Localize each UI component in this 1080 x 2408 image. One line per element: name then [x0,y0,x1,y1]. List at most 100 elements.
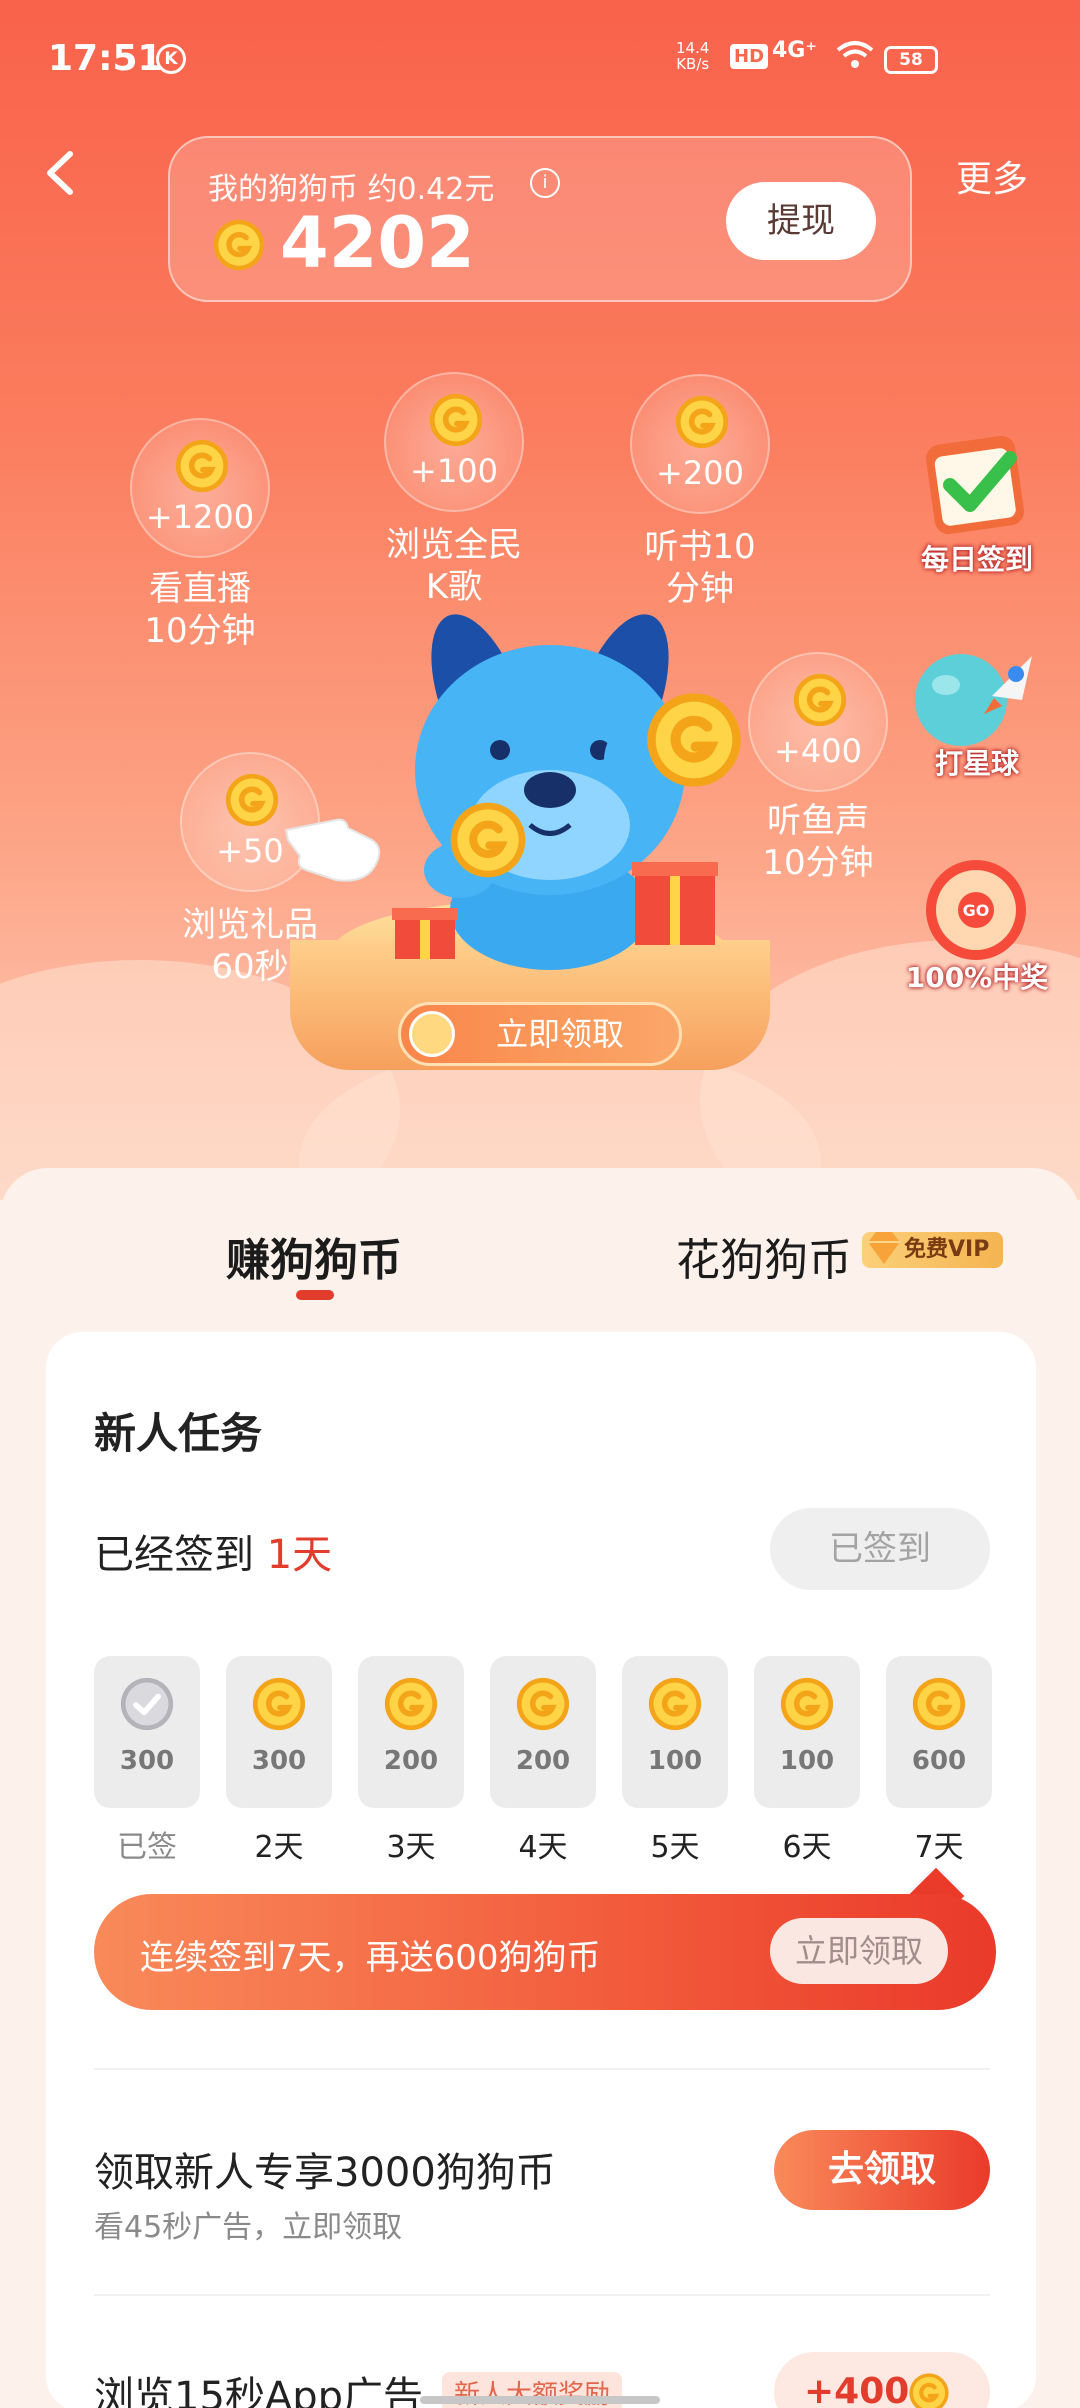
bubble-task-line2: 10分钟 [144,611,256,651]
battery-icon: 58 [884,46,938,74]
k-app-icon: K [156,44,186,74]
coin-icon [779,1676,835,1732]
day-label: 已签 [117,1830,177,1865]
planet-game-label[interactable]: 打星球 [882,742,1072,782]
bubble-amount: +200 [656,454,744,492]
divider [94,2294,990,2296]
day-reward: 200 [515,1746,571,1776]
tab-earn-coins[interactable]: 赚狗狗币 [226,1224,402,1288]
day-label: 7天 [914,1830,964,1865]
coin-icon [383,1676,439,1732]
coin-icon [911,1676,967,1732]
bubble-task-text: 听鱼声 10分钟 [718,800,918,884]
bubble-task-line2: K歌 [425,567,483,607]
info-icon[interactable]: i [530,168,560,198]
coin-balance-amount: 4202 [280,202,475,284]
checkin-day-7[interactable]: 600 [886,1656,992,1808]
task-title: 领取新人专享3000狗狗币 [94,2150,556,2196]
checkin-days: 1天 [266,1532,333,1578]
coin-icon [212,218,266,272]
day-label: 3天 [386,1830,436,1865]
bubble-task-line1: 看直播 [149,569,251,609]
coin-icon [515,1676,571,1732]
streak-claim-button[interactable]: 立即领取 [770,1918,948,1984]
checkin-day-2[interactable]: 300 [226,1656,332,1808]
checkin-day-6[interactable]: 100 [754,1656,860,1808]
bubble-amount: +400 [774,732,862,770]
net-speed-unit: KB/s [676,55,710,73]
checkin-day-3[interactable]: 200 [358,1656,464,1808]
coin-bubble-live[interactable]: +1200 [130,418,270,558]
coin-icon [647,1676,703,1732]
coin-icon [644,690,744,790]
planet-rocket-icon[interactable] [906,640,1046,750]
streak-bonus-text: 连续签到7天，再送600狗狗币 [140,1938,601,1978]
newbie-task-card [46,1332,1036,2408]
day-label: 4天 [518,1830,568,1865]
section-title: 新人任务 [94,1409,263,1458]
withdraw-button[interactable]: 提现 [726,182,876,260]
more-button[interactable]: 更多 [956,150,1028,202]
reward-amount: +400 [804,2371,910,2408]
free-vip-label: 免费VIP [904,1237,990,1262]
bubble-task-text: 浏览全民 K歌 [354,524,554,608]
checkin-status-prefix: 已经签到 [94,1532,254,1578]
checkin-day-4[interactable]: 200 [490,1656,596,1808]
hero-section: 17:51 K 14.4 KB/s HD 4G⁺ 58 我的狗狗币 约0.42元… [0,0,1080,1200]
bubble-task-line2: 60秒 [211,947,289,987]
day-reward: 100 [779,1746,835,1776]
back-arrow-icon[interactable] [40,148,80,198]
bubble-task-line1: 听鱼声 [767,801,869,841]
diamond-icon [868,1232,900,1264]
day-reward: 200 [383,1746,439,1776]
coin-icon [224,772,280,828]
task-title: 浏览15秒App广告 [94,2374,424,2408]
day-reward: 300 [251,1746,307,1776]
home-indicator[interactable] [420,2396,660,2404]
hd-icon: HD [730,44,769,69]
lottery-label[interactable]: 100%中奖 [882,956,1072,996]
divider [94,2068,990,2070]
coin-bubble-fishsound[interactable]: +400 [748,652,888,792]
coin-bubble-ksong[interactable]: +100 [384,372,524,512]
day-label: 5天 [650,1830,700,1865]
bubble-amount: +1200 [145,498,255,536]
checkin-day-5[interactable]: 100 [622,1656,728,1808]
lucky-wheel-icon[interactable]: GO [916,858,1036,968]
coin-icon [428,392,484,448]
gift-box-icon [632,862,718,945]
clock-icon [409,1011,455,1057]
checked-in-button[interactable]: 已签到 [770,1508,990,1590]
bubble-task-line1: 浏览全民 [386,525,522,565]
daily-checkin-label[interactable]: 每日签到 [882,538,1072,578]
day-label: 6天 [782,1830,832,1865]
bubble-task-text: 听书10 分钟 [600,526,800,610]
go-claim-button[interactable]: 去领取 [774,2130,990,2210]
status-bar: 17:51 K 14.4 KB/s HD 4G⁺ 58 [0,0,1080,120]
coin-bubble-audiobook[interactable]: +200 [630,374,770,514]
calendar-check-icon[interactable] [910,430,1040,540]
tab-active-indicator [296,1290,334,1300]
claim-now-label: 立即领取 [495,1015,624,1053]
claim-now-button[interactable]: 立即领取 [398,1002,682,1066]
checkin-day-1[interactable]: 300 [94,1656,200,1808]
coin-icon [251,1676,307,1732]
bubble-task-line1: 浏览礼品 [182,905,318,945]
coin-icon [792,672,848,728]
net-speed: 14.4 KB/s [676,40,709,72]
day-reward: 100 [647,1746,703,1776]
day-label: 2天 [254,1830,304,1865]
status-time: 17:51 [48,38,163,79]
gift-box-icon [392,908,458,959]
bubble-task-text: 看直播 10分钟 [100,568,300,652]
coin-icon [674,394,730,450]
tab-spend-coins[interactable]: 花狗狗币 [676,1224,852,1288]
pointing-hand-icon [284,818,381,882]
coin-icon [908,2372,950,2408]
coin-balance-card: 我的狗狗币 约0.42元 i 4202 提现 [168,136,912,302]
bubble-amount: +100 [410,452,498,490]
reward-button[interactable]: +400 [774,2352,990,2408]
coin-icon [174,438,230,494]
bubble-task-line2: 10分钟 [762,843,874,883]
wifi-icon [836,40,874,78]
